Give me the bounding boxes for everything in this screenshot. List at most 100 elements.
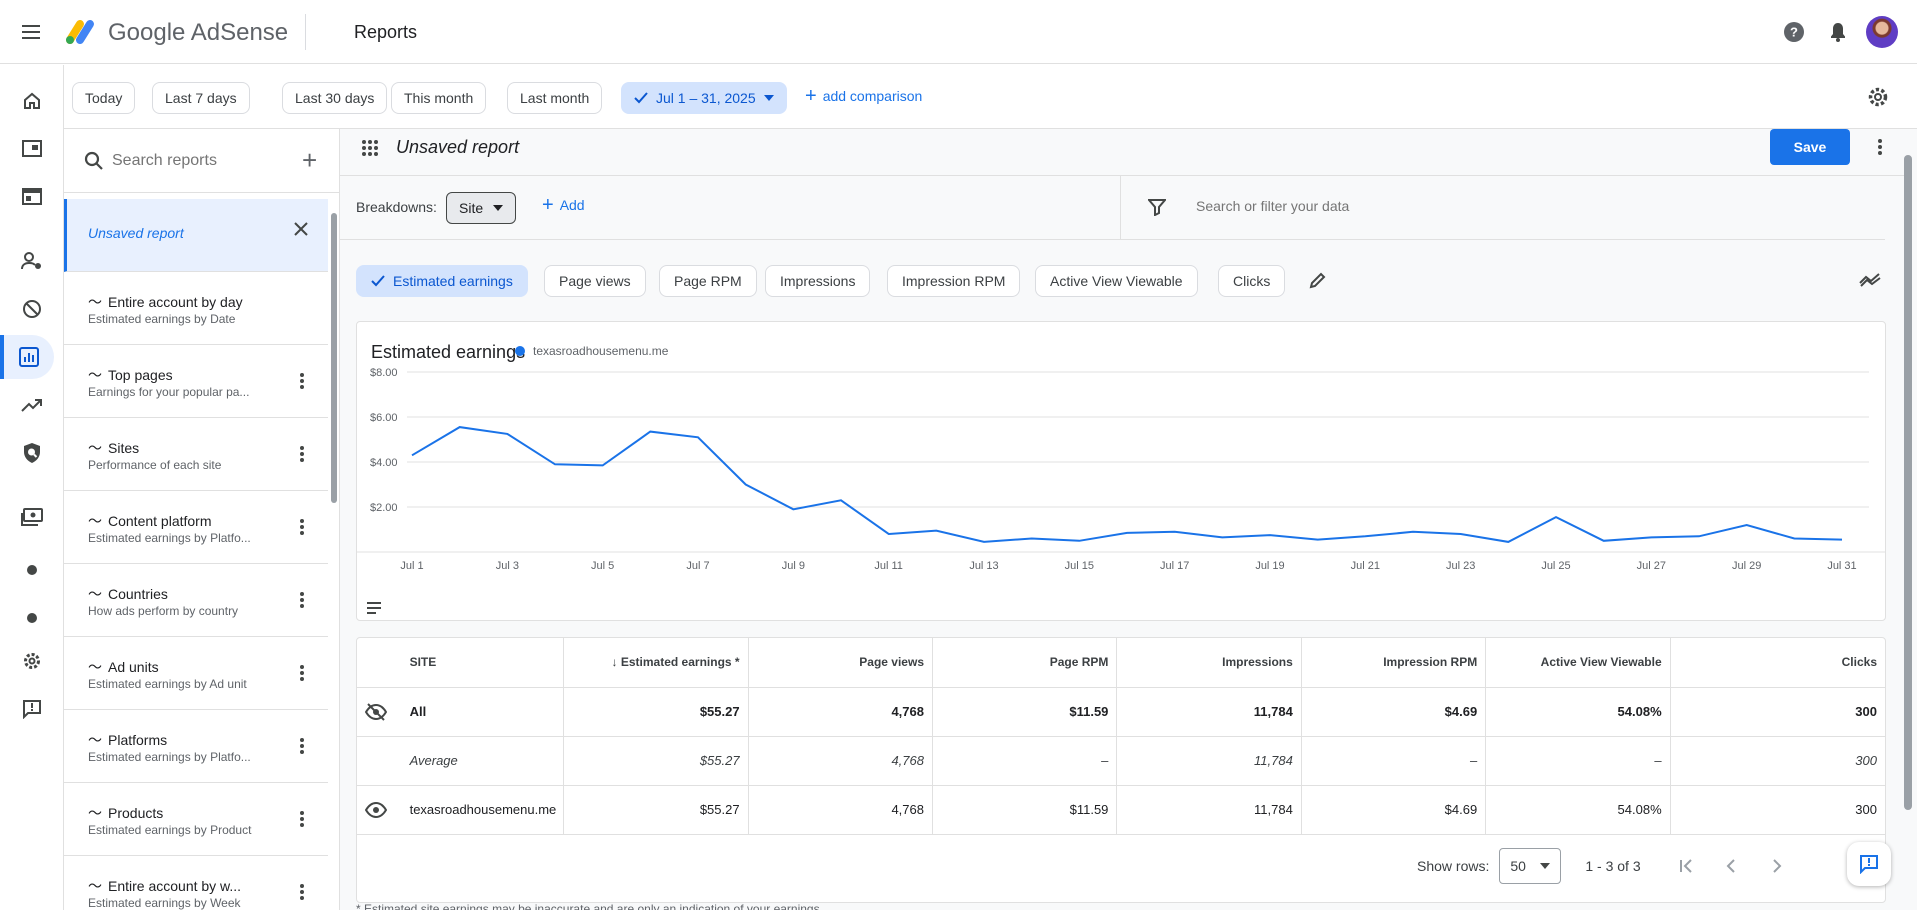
visibility-off-icon[interactable]	[357, 687, 402, 737]
column-header-site[interactable]: SITE	[401, 638, 565, 688]
metric-chip-impression-rpm[interactable]: Impression RPM	[887, 265, 1021, 297]
chart-card: Estimated earnings texasroadhousemenu.me…	[356, 321, 1886, 621]
report-title[interactable]: Unsaved report	[396, 137, 519, 158]
date-chip-last-30-days[interactable]: Last 30 days	[282, 82, 388, 114]
blocking-controls-icon[interactable]	[10, 287, 54, 331]
optimization-trending-icon[interactable]	[10, 383, 54, 427]
metric-chip-impressions[interactable]: Impressions	[765, 265, 871, 297]
column-header-active-view-viewable[interactable]: Active View Viewable	[1485, 638, 1671, 688]
next-page-icon[interactable]	[1771, 858, 1783, 874]
table-row-all: All $55.27 4,768 $11.59 11,784 $4.69 54.…	[357, 687, 1885, 737]
add-breakdown-button[interactable]: + Add	[542, 195, 585, 215]
x-tick-label: Jul 1	[400, 560, 423, 572]
report-trend-icon: 〜	[88, 294, 102, 310]
x-tick-label: Jul 17	[1160, 560, 1189, 572]
more-vert-icon[interactable]	[290, 807, 314, 831]
report-item[interactable]: 〜 Sites Performance of each site	[64, 418, 328, 491]
plus-icon: +	[805, 85, 817, 107]
more-vert-icon[interactable]	[290, 515, 314, 539]
more-vert-icon[interactable]	[290, 880, 314, 904]
y-tick-label: $6.00	[370, 412, 398, 424]
metric-chip-page-views[interactable]: Page views	[544, 265, 646, 297]
new-report-plus-icon[interactable]: +	[302, 147, 317, 173]
report-item[interactable]: 〜 Products Estimated earnings by Product	[64, 783, 328, 856]
metric-chip-estimated-earnings[interactable]: Estimated earnings	[356, 265, 528, 297]
notifications-bell-icon[interactable]	[1826, 20, 1850, 44]
close-icon[interactable]	[293, 221, 309, 237]
rows-per-page-select[interactable]: 50	[1499, 848, 1562, 884]
nav-dot-2[interactable]	[27, 613, 37, 623]
breakdown-site-chip[interactable]: Site	[446, 192, 517, 224]
more-vert-icon[interactable]	[1878, 139, 1882, 155]
report-item-unsaved[interactable]: Unsaved report	[64, 199, 328, 272]
report-item[interactable]: 〜 Entire account by day Estimated earning…	[64, 272, 328, 345]
column-header-impression-rpm[interactable]: Impression RPM	[1301, 638, 1487, 688]
chart-table-view-icon[interactable]	[367, 602, 381, 614]
report-item[interactable]: 〜 Ad units Estimated earnings by Ad unit	[64, 637, 328, 710]
account-access-icon[interactable]	[10, 239, 54, 283]
filter-data-input[interactable]	[1196, 198, 1596, 214]
rows-per-page-value: 50	[1510, 858, 1526, 874]
report-item[interactable]: 〜 Entire account by w... Estimated earnin…	[64, 856, 328, 910]
report-trend-icon: 〜	[88, 732, 102, 748]
reports-scrollbar-thumb[interactable]	[331, 213, 337, 503]
more-vert-icon[interactable]	[290, 734, 314, 758]
metric-chip-active-view-viewable[interactable]: Active View Viewable	[1035, 265, 1198, 297]
date-range-selector[interactable]: Jul 1 – 31, 2025	[621, 82, 787, 114]
more-vert-icon[interactable]	[290, 661, 314, 685]
report-trend-icon: 〜	[88, 513, 102, 529]
column-header-clicks[interactable]: Clicks	[1670, 638, 1885, 688]
date-chip-last-7-days[interactable]: Last 7 days	[152, 82, 250, 114]
save-button[interactable]: Save	[1770, 129, 1850, 165]
report-settings-gear-icon[interactable]	[1866, 85, 1890, 109]
reports-icon[interactable]	[0, 335, 54, 379]
chart-toggle-trend-icon[interactable]	[1858, 271, 1882, 289]
main-scrollbar-thumb[interactable]	[1904, 155, 1912, 810]
more-vert-icon[interactable]	[290, 588, 314, 612]
report-item-title: Ad units	[108, 659, 159, 675]
x-tick-label: Jul 9	[782, 560, 805, 572]
report-item[interactable]: 〜 Platforms Estimated earnings by Platfo.…	[64, 710, 328, 783]
first-page-icon[interactable]	[1679, 858, 1695, 874]
dropdown-arrow-icon	[1540, 863, 1551, 869]
app-brand[interactable]: Google AdSense	[108, 18, 288, 48]
nav-dot-1[interactable]	[27, 565, 37, 575]
main-menu-icon[interactable]	[16, 18, 48, 46]
help-icon[interactable]: ?	[1782, 20, 1806, 44]
add-comparison-button[interactable]: + add comparison	[805, 85, 922, 107]
ads-icon[interactable]	[10, 127, 54, 171]
previous-page-icon[interactable]	[1725, 858, 1737, 874]
date-chip-today[interactable]: Today	[72, 82, 136, 114]
more-vert-icon[interactable]	[290, 442, 314, 466]
more-vert-icon[interactable]	[290, 369, 314, 393]
column-header-estimated-earnings[interactable]: ↓ Estimated earnings *	[563, 638, 749, 688]
policy-center-icon[interactable]	[10, 431, 54, 475]
settings-gear-icon[interactable]	[10, 639, 54, 683]
metric-chip-clicks[interactable]: Clicks	[1218, 265, 1286, 297]
edit-metrics-pencil-icon[interactable]	[1308, 270, 1328, 290]
send-feedback-icon[interactable]	[1847, 842, 1891, 886]
table-row[interactable]: texasroadhousemenu.me $55.27 4,768 $11.5…	[357, 785, 1885, 835]
report-item[interactable]: 〜 Countries How ads perform by country	[64, 564, 328, 637]
column-header-page-rpm[interactable]: Page RPM	[932, 638, 1118, 688]
feedback-icon[interactable]	[10, 687, 54, 731]
report-item-title: Countries	[108, 586, 168, 602]
visibility-icon[interactable]	[357, 785, 402, 835]
column-header-impressions[interactable]: Impressions	[1116, 638, 1302, 688]
header-divider	[305, 14, 306, 50]
apps-grid-icon[interactable]	[362, 140, 378, 156]
report-item[interactable]: 〜 Top pages Earnings for your popular pa.…	[64, 345, 328, 418]
column-header-page-views[interactable]: Page views	[748, 638, 934, 688]
metric-chip-page-rpm[interactable]: Page RPM	[659, 265, 757, 297]
breakdowns-label: Breakdowns:	[356, 199, 437, 215]
search-reports-input[interactable]	[112, 149, 292, 173]
sites-icon[interactable]	[10, 175, 54, 219]
payments-icon[interactable]	[10, 495, 54, 539]
home-icon[interactable]	[10, 79, 54, 123]
date-chip-this-month[interactable]: This month	[391, 82, 487, 114]
date-chip-last-month[interactable]: Last month	[507, 82, 603, 114]
check-icon	[371, 275, 385, 287]
report-item[interactable]: 〜 Content platform Estimated earnings by …	[64, 491, 328, 564]
user-avatar[interactable]	[1866, 16, 1898, 48]
table-cell-spacer	[357, 736, 402, 786]
